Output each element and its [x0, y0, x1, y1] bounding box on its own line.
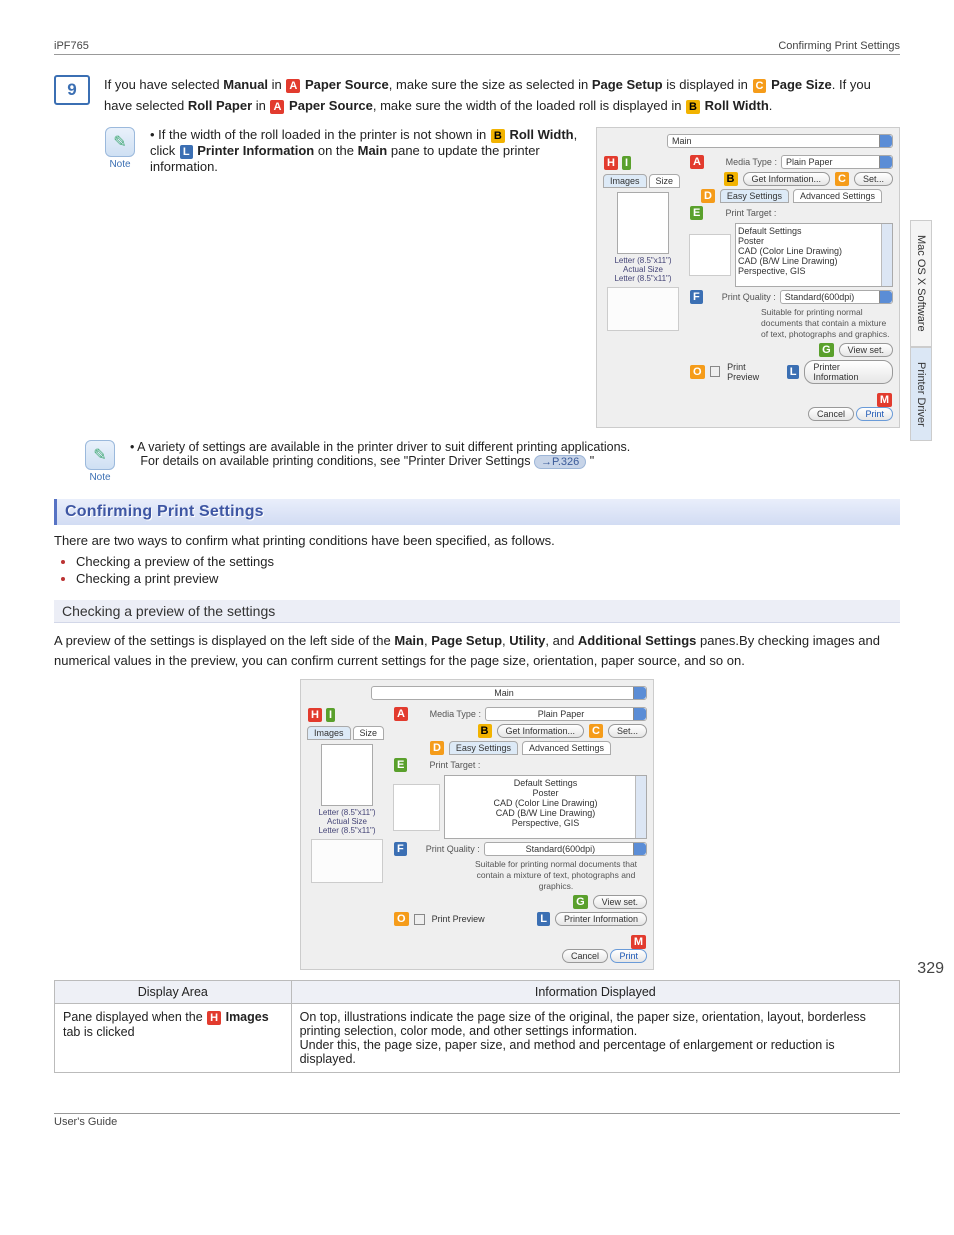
printer-info-button[interactable]: Printer Information [804, 360, 893, 384]
tab-images[interactable]: Images [603, 174, 647, 188]
media-type-select-2[interactable]: Plain Paper [485, 707, 647, 721]
quality-desc: Suitable for printing normal documents t… [761, 307, 893, 340]
letter-c: C [753, 79, 767, 93]
print-button[interactable]: Print [856, 407, 893, 421]
th-info-displayed: Information Displayed [291, 981, 899, 1004]
note-2: ✎ Note • A variety of settings are avail… [82, 440, 900, 483]
media-type-select[interactable]: Plain Paper [781, 155, 893, 169]
letter-a: A [286, 79, 300, 93]
print-target-list-2[interactable]: Default Settings Poster CAD (Color Line … [444, 775, 647, 839]
easy-settings-tab-2[interactable]: Easy Settings [449, 741, 518, 755]
preview-checkbox-2[interactable] [414, 914, 425, 925]
letter-a2: A [270, 100, 284, 114]
set-button-2[interactable]: Set... [608, 724, 647, 738]
letter-h-table: H [207, 1011, 221, 1025]
section-bullets: Checking a preview of the settings Check… [76, 554, 900, 586]
preview-checkbox[interactable] [710, 366, 721, 377]
view-set-button[interactable]: View set. [839, 343, 893, 357]
advanced-settings-tab-2[interactable]: Advanced Settings [522, 741, 611, 755]
th-display-area: Display Area [55, 981, 292, 1004]
tab-images-2[interactable]: Images [307, 726, 351, 740]
letter-b2: B [491, 129, 505, 143]
advanced-settings-tab[interactable]: Advanced Settings [793, 189, 882, 203]
step-text: If you have selected Manual in A Paper S… [104, 75, 900, 117]
page-link[interactable]: →P.326 [534, 455, 586, 469]
info-table: Display Area Information Displayed Pane … [54, 980, 900, 1073]
print-target-list[interactable]: Default Settings Poster CAD (Color Line … [735, 223, 893, 287]
cancel-button-2[interactable]: Cancel [562, 949, 608, 963]
driver-screenshot-large: Main H I Images Size Letter (8.5"x11") A… [300, 679, 654, 970]
cancel-button[interactable]: Cancel [808, 407, 854, 421]
header-left: iPF765 [54, 40, 89, 52]
printer-icon-2 [311, 839, 383, 883]
pencil-icon: ✎ [85, 440, 115, 470]
letter-h: H [604, 156, 618, 170]
td-info-displayed: On top, illustrations indicate the page … [291, 1004, 899, 1073]
view-set-button-2[interactable]: View set. [593, 895, 647, 909]
note-text: • If the width of the roll loaded in the… [150, 127, 582, 428]
tab-size[interactable]: Size [649, 174, 681, 188]
page-number: 329 [917, 960, 944, 978]
letter-l: L [180, 145, 193, 159]
print-quality-select-2[interactable]: Standard(600dpi) [484, 842, 647, 856]
td-display-area: Pane displayed when the H Images tab is … [55, 1004, 292, 1073]
step-number: 9 [54, 75, 90, 105]
subsection-title: Checking a preview of the settings [54, 600, 900, 623]
side-tabs: Mac OS X Software Printer Driver [910, 220, 940, 441]
pencil-icon: ✎ [105, 127, 135, 157]
preview-panel: H I Images Size Letter (8.5"x11") Actual… [603, 152, 683, 387]
letter-b: B [686, 100, 700, 114]
page-footer: User's Guide [54, 1113, 900, 1128]
note-icon-2: ✎ Note [82, 440, 118, 483]
printer-icon [607, 287, 679, 331]
section-title: Confirming Print Settings [54, 499, 900, 525]
page-header: iPF765 Confirming Print Settings [54, 40, 900, 55]
note-icon: ✎ Note [102, 127, 138, 428]
printer-info-button-2[interactable]: Printer Information [555, 912, 647, 926]
pane-select-2[interactable]: Main [371, 686, 647, 700]
print-button-2[interactable]: Print [610, 949, 647, 963]
side-tab-software: Mac OS X Software [910, 220, 932, 347]
side-tab-driver: Printer Driver [910, 347, 932, 442]
footer-left: User's Guide [54, 1116, 117, 1128]
letter-i: I [622, 156, 631, 170]
scrollbar-2[interactable] [635, 776, 646, 838]
target-thumb-2 [393, 784, 440, 831]
step-9: 9 If you have selected Manual in A Paper… [54, 75, 900, 117]
set-button[interactable]: Set... [854, 172, 893, 186]
preview-panel-2: H I Images Size Letter (8.5"x11") Actual… [307, 704, 387, 929]
header-right: Confirming Print Settings [778, 40, 900, 52]
get-info-button[interactable]: Get Information... [743, 172, 831, 186]
section-intro: There are two ways to confirm what print… [54, 533, 900, 548]
note-1: ✎ Note • If the width of the roll loaded… [102, 127, 900, 428]
scrollbar[interactable] [881, 224, 892, 286]
driver-screenshot-small: Main H I Images Size Letter (8.5"x11") [596, 127, 900, 428]
subsection-body: A preview of the settings is displayed o… [54, 631, 900, 671]
tab-size-2[interactable]: Size [353, 726, 385, 740]
print-quality-select[interactable]: Standard(600dpi) [780, 290, 893, 304]
get-info-button-2[interactable]: Get Information... [497, 724, 585, 738]
pane-select[interactable]: Main [667, 134, 893, 148]
target-thumb [689, 234, 731, 276]
easy-settings-tab[interactable]: Easy Settings [720, 189, 789, 203]
